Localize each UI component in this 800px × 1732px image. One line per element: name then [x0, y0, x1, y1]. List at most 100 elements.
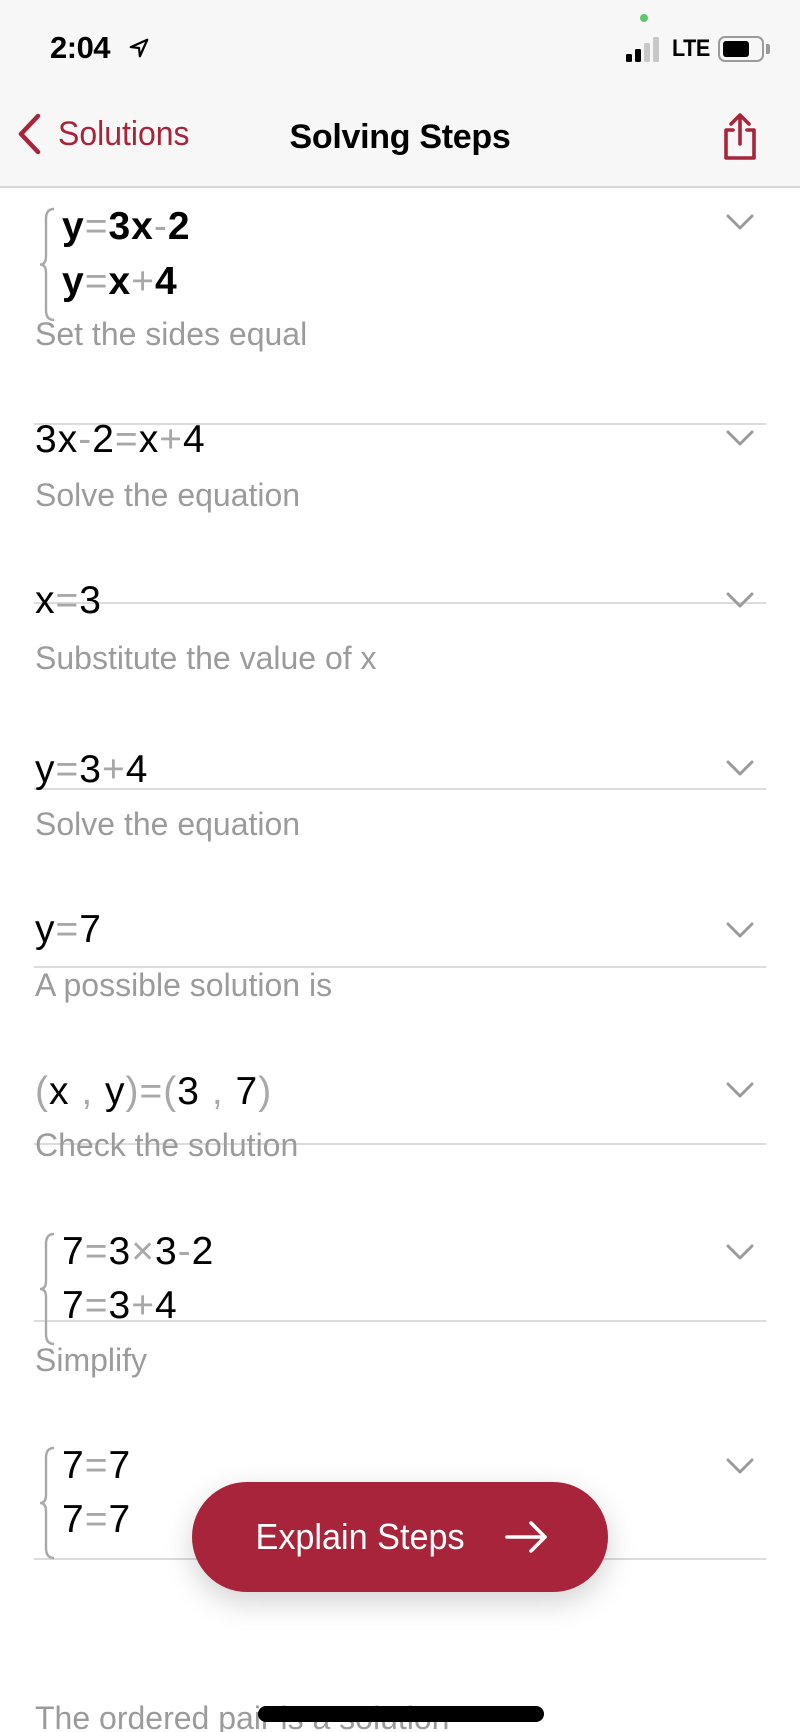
math-operator: =	[55, 908, 80, 951]
equation-line: y=3x-2	[62, 205, 191, 249]
math-term: 2	[167, 205, 191, 248]
step-caption: Set the sides equal	[35, 316, 308, 352]
math-term: 7	[62, 1284, 85, 1327]
explain-steps-label: Explain Steps	[255, 1516, 465, 1557]
equation-line: 7=3×3-2	[62, 1230, 214, 1274]
equation: y=3+4	[35, 748, 148, 792]
chevron-down-icon[interactable]	[725, 1080, 755, 1100]
left-brace-icon	[39, 207, 55, 322]
page-title-text: Solving Steps	[289, 118, 511, 156]
math-term: y	[62, 205, 85, 248]
math-term: 7	[235, 1070, 259, 1113]
home-indicator	[258, 1706, 544, 1722]
math-operator: ×	[131, 1230, 155, 1273]
network-type: LTE	[672, 35, 710, 62]
math-term: 2	[191, 1230, 215, 1273]
left-brace-icon	[39, 1232, 55, 1346]
math-operator: ,	[69, 1070, 106, 1113]
page-title: Solving Steps	[0, 118, 800, 157]
math-term: 3	[108, 1230, 132, 1273]
step-caption: Check the solution	[35, 1127, 299, 1163]
equation-line: 7=7	[62, 1444, 131, 1488]
equation-line: 7=7	[62, 1498, 131, 1542]
math-operator: =	[114, 418, 139, 461]
equation: x=3	[35, 579, 102, 623]
math-term: x	[138, 418, 160, 461]
math-operator: =	[84, 260, 109, 303]
math-term: x	[49, 1070, 70, 1113]
math-operator: =	[84, 1230, 109, 1273]
math-term: y	[62, 260, 85, 303]
equation: (x , y)=(3 , 7)	[35, 1070, 272, 1114]
math-term: 7	[108, 1444, 132, 1487]
math-term: x	[35, 579, 56, 622]
math-term: 7	[62, 1444, 85, 1487]
math-operator: =	[84, 205, 109, 248]
math-operator: =	[84, 1498, 109, 1541]
math-term: y	[35, 748, 56, 791]
math-operator: =	[55, 748, 80, 791]
chevron-down-icon[interactable]	[725, 758, 755, 778]
math-term: 4	[154, 260, 178, 303]
math-operator: +	[131, 1284, 155, 1327]
step-caption: Solve the equation	[35, 806, 301, 842]
step-divider	[34, 602, 766, 604]
privacy-indicator-dot	[640, 14, 648, 22]
math-operator: -	[78, 418, 93, 461]
equation-line: 7=3+4	[62, 1284, 178, 1328]
left-brace-icon	[39, 1446, 55, 1560]
math-term: 2	[92, 418, 115, 461]
math-operator: ,	[200, 1070, 236, 1113]
step-caption: Simplify	[35, 1342, 148, 1378]
share-icon[interactable]	[720, 110, 760, 166]
math-operator: =	[84, 1444, 109, 1487]
math-operator: (	[163, 1070, 178, 1113]
math-term: 4	[125, 748, 149, 791]
step-caption: Solve the equation	[35, 477, 301, 513]
equation: y=7	[35, 908, 102, 952]
explain-steps-button[interactable]: Explain Steps	[192, 1482, 608, 1592]
math-term: 3	[154, 1230, 178, 1273]
chevron-down-icon[interactable]	[725, 920, 755, 940]
signal-strength-icon	[626, 36, 666, 62]
step-caption: Substitute the value of x	[35, 640, 377, 676]
math-term: 3x	[108, 205, 154, 248]
math-operator: (	[35, 1070, 49, 1113]
math-operator: +	[101, 748, 126, 791]
math-term: 3x	[35, 418, 79, 461]
math-term: 7	[108, 1498, 132, 1541]
math-operator: +	[131, 260, 155, 303]
math-operator: =	[139, 1070, 164, 1113]
math-term: 3	[108, 1284, 132, 1327]
equation: 3x-2=x+4	[35, 418, 206, 462]
chevron-down-icon[interactable]	[725, 1456, 755, 1476]
math-term: 7	[79, 908, 102, 951]
chevron-down-icon[interactable]	[725, 590, 755, 610]
math-operator: -	[153, 205, 168, 248]
top-bar: 2:04 LTE Solutions Solving Steps	[0, 0, 800, 188]
math-term: y	[35, 908, 56, 951]
math-term: 3	[79, 579, 102, 622]
math-term: y	[105, 1070, 126, 1113]
step-caption: A possible solution is	[35, 967, 333, 1003]
math-term: 4	[154, 1284, 178, 1327]
battery-tip	[766, 44, 770, 54]
math-operator: )	[125, 1070, 140, 1113]
math-operator: )	[258, 1070, 273, 1113]
math-term: 7	[62, 1230, 85, 1273]
math-operator: -	[177, 1230, 192, 1273]
chevron-down-icon[interactable]	[725, 212, 755, 232]
math-operator: =	[55, 579, 80, 622]
status-time: 2:04	[50, 30, 111, 65]
equation-line: y=x+4	[62, 260, 178, 304]
chevron-down-icon[interactable]	[725, 1242, 755, 1262]
math-term: 3	[79, 748, 102, 791]
math-term: 3	[177, 1070, 200, 1113]
arrow-right-icon	[505, 1521, 547, 1553]
chevron-down-icon[interactable]	[725, 428, 755, 448]
math-term: x	[108, 260, 132, 303]
location-arrow-icon	[129, 38, 149, 58]
math-operator: +	[159, 418, 183, 461]
math-term: 4	[182, 418, 206, 461]
battery-icon	[718, 36, 764, 62]
